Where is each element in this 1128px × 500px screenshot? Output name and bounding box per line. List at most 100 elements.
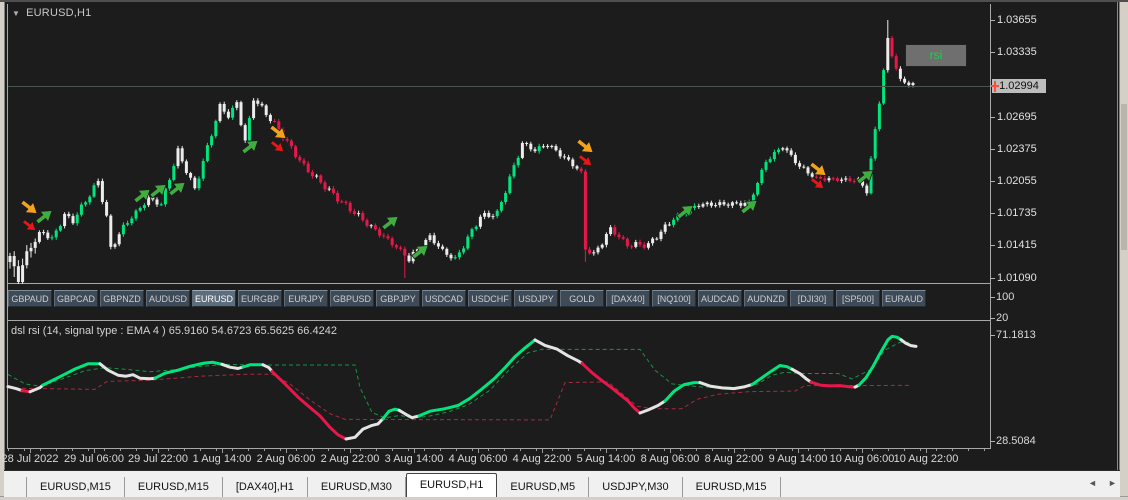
symbol-button-USDCHF[interactable]: USDCHF [468, 290, 512, 307]
separator-rsi-timeaxis [7, 448, 991, 449]
time-axis-minor-tick [856, 449, 857, 451]
time-axis-label: 28 Jul 2022 [1, 453, 59, 465]
time-axis-minor-tick [568, 449, 569, 451]
time-axis-minor-tick [184, 449, 185, 451]
symbol-button-DAX40[interactable]: [DAX40] [606, 290, 650, 307]
chart-tab-EURUSD-M15[interactable]: EURUSD,M15 [26, 477, 125, 497]
time-axis-minor-tick [392, 449, 393, 451]
chart-tab-EURUSD-M5[interactable]: EURUSD,M5 [497, 477, 590, 497]
time-axis-minor-tick [248, 449, 249, 451]
subwindow-scale-top: 100 [996, 291, 1015, 303]
chart-tab-EURUSD-M30[interactable]: EURUSD,M30 [308, 477, 406, 497]
time-axis-minor-tick [296, 449, 297, 451]
sell-arrow-icon [809, 161, 827, 176]
time-axis-minor-tick [936, 449, 937, 451]
time-axis-minor-tick [616, 449, 617, 451]
rsi-scale-top: 71.1813 [996, 329, 1036, 341]
main-chart-canvas[interactable] [0, 0, 992, 284]
time-axis-label: 2 Aug 06:00 [256, 453, 316, 465]
time-axis-minor-tick [584, 449, 585, 451]
time-axis-label: 8 Aug 06:00 [640, 453, 700, 465]
price-axis-tick [990, 213, 995, 215]
time-axis-label: 4 Aug 06:00 [448, 453, 508, 465]
time-axis-minor-tick [664, 449, 665, 451]
symbol-button-AUDCAD[interactable]: AUDCAD [698, 290, 742, 307]
time-axis-minor-tick [488, 449, 489, 451]
subwindow-scale-tick [990, 297, 995, 298]
symbol-button-GOLD[interactable]: GOLD [560, 290, 604, 307]
symbol-button-NQ100[interactable]: [NQ100] [652, 290, 696, 307]
time-axis-label: 8 Aug 22:00 [704, 453, 764, 465]
tab-scroll-right-icon[interactable]: ► [1108, 478, 1117, 488]
time-axis-label: 29 Jul 06:00 [64, 453, 124, 465]
buy-arrow-icon [856, 170, 874, 185]
chart-tab--DAX40--H1[interactable]: [DAX40],H1 [223, 477, 308, 497]
time-axis-minor-tick [72, 449, 73, 451]
symbol-button-AUDNZD[interactable]: AUDNZD [744, 290, 788, 307]
buy-arrow-icon [740, 200, 758, 215]
time-axis-minor-tick [696, 449, 697, 451]
time-axis-minor-tick [104, 449, 105, 451]
time-axis-minor-tick [264, 449, 265, 451]
sell-arrow-icon [270, 140, 285, 152]
sell-arrow-icon [576, 138, 594, 153]
price-axis-label: 1.03335 [997, 46, 1037, 59]
symbol-button-SP500[interactable]: [SP500] [836, 290, 880, 307]
sell-arrow-icon [20, 199, 38, 214]
time-axis-minor-tick [808, 449, 809, 451]
current-price-label: 1.02994 [992, 79, 1046, 94]
symbol-button-GBPUSD[interactable]: GBPUSD [330, 290, 374, 307]
price-axis-tick [990, 245, 995, 247]
time-axis-minor-tick [536, 449, 537, 451]
chart-tab-EURUSD-M15[interactable]: EURUSD,M15 [125, 477, 223, 497]
time-axis-minor-tick [840, 449, 841, 451]
time-axis-minor-tick [456, 449, 457, 451]
symbol-button-EURGBP[interactable]: EURGBP [238, 290, 282, 307]
rsi-scale-tick [990, 335, 995, 336]
price-axis-label: 1.01415 [997, 239, 1037, 252]
time-axis-minor-tick [280, 449, 281, 451]
rsi-indicator-button[interactable]: rsi [905, 44, 967, 67]
symbol-button-GBPJPY[interactable]: GBPJPY [376, 290, 420, 307]
symbol-button-EURJPY[interactable]: EURJPY [284, 290, 328, 307]
price-axis-label: 1.01090 [997, 272, 1037, 284]
symbol-button-GBPNZD[interactable]: GBPNZD [100, 290, 144, 307]
price-axis-tick [990, 278, 995, 279]
time-axis-label: 2 Aug 22:00 [320, 453, 380, 465]
time-axis-minor-tick [920, 449, 921, 451]
sell-arrow-icon [22, 219, 37, 231]
symbol-button-DJI30[interactable]: [DJI30] [790, 290, 834, 307]
symbol-button-GBPAUD[interactable]: GBPAUD [8, 290, 52, 307]
time-axis-minor-tick [984, 449, 985, 451]
chart-tab-EURUSD-M15[interactable]: EURUSD,M15 [683, 477, 781, 497]
time-axis-minor-tick [520, 449, 521, 451]
time-axis-minor-tick [424, 449, 425, 451]
tab-scroll-left-icon[interactable]: ◄ [1088, 478, 1097, 488]
symbol-button-USDCAD[interactable]: USDCAD [422, 290, 466, 307]
chart-tab-USDJPY-M30[interactable]: USDJPY,M30 [589, 477, 683, 497]
buy-arrow-icon [35, 210, 53, 225]
time-axis-minor-tick [152, 449, 153, 451]
symbol-button-AUDUSD[interactable]: AUDUSD [146, 290, 190, 307]
symbol-button-EURUSD[interactable]: EURUSD [192, 290, 236, 307]
subwindow-scale-tick [990, 318, 995, 319]
time-axis-minor-tick [360, 449, 361, 451]
chart-tab-EURUSD-H1[interactable]: EURUSD,H1 [405, 473, 498, 497]
price-axis-label: 1.03655 [997, 14, 1037, 26]
time-axis-minor-tick [648, 449, 649, 451]
time-axis-minor-tick [88, 449, 89, 451]
rsi-chart-canvas[interactable] [0, 321, 992, 448]
symbol-button-GBPCAD[interactable]: GBPCAD [54, 290, 98, 307]
subwindow-scale-bottom: 20 [996, 312, 1009, 324]
price-axis-tick [990, 180, 995, 182]
time-axis-label: 5 Aug 14:00 [576, 453, 636, 465]
time-axis-minor-tick [888, 449, 889, 451]
time-axis-minor-tick [728, 449, 729, 451]
symbol-button-EURAUD[interactable]: EURAUD [882, 290, 926, 307]
time-axis-minor-tick [200, 449, 201, 451]
time-axis-minor-tick [632, 449, 633, 451]
window-frame-right [1119, 0, 1128, 500]
symbol-button-USDJPY[interactable]: USDJPY [514, 290, 558, 307]
vertical-scrollbar-thumb[interactable] [1121, 104, 1127, 250]
time-axis-label: 9 Aug 14:00 [768, 453, 828, 465]
